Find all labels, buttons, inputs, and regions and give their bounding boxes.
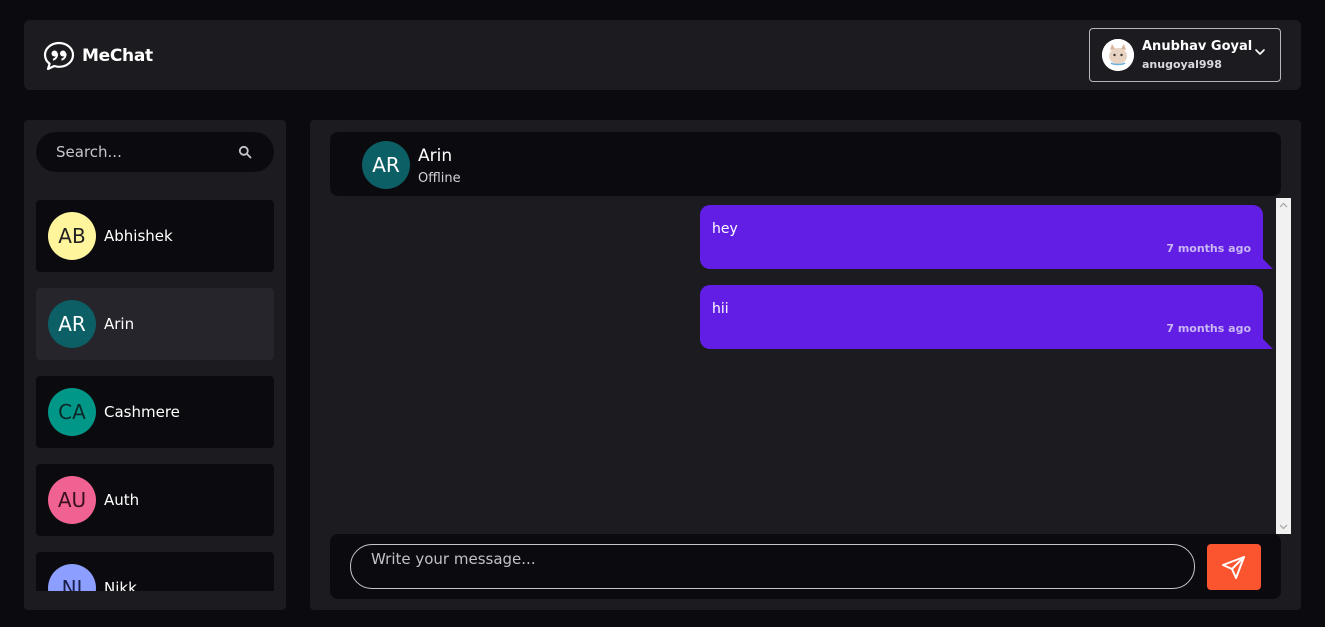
send-icon <box>1222 556 1245 579</box>
quote-chat-icon <box>43 41 75 71</box>
chat-panel: AR Arin Offline hey 7 months ago hii 7 m… <box>310 120 1301 610</box>
contact-name: Auth <box>104 491 140 509</box>
contact-avatar: CA <box>48 388 96 436</box>
send-button[interactable] <box>1207 544 1261 590</box>
message-time: 7 months ago <box>1166 242 1251 255</box>
contact-avatar: AB <box>48 212 96 260</box>
avatar <box>1102 39 1134 71</box>
chat-contact-name: Arin <box>418 146 453 166</box>
chat-avatar: AR <box>362 141 410 189</box>
contact-avatar: AR <box>48 300 96 348</box>
top-bar: MeChat Anubhav Goyal anugoyal998 <box>24 20 1301 90</box>
contact-name: Arin <box>104 315 135 333</box>
contact-avatar: AU <box>48 476 96 524</box>
search-icon[interactable] <box>238 145 252 159</box>
message-scrollbar[interactable] <box>1276 198 1291 534</box>
contact-item-cashmere[interactable]: CA Cashmere <box>36 376 274 448</box>
user-menu-button[interactable]: Anubhav Goyal anugoyal998 <box>1089 28 1281 82</box>
contacts-sidebar: AB Abhishek AR Arin CA Cashmere AU Auth … <box>24 120 286 610</box>
contact-name: Cashmere <box>104 403 180 421</box>
contact-list: AB Abhishek AR Arin CA Cashmere AU Auth … <box>36 200 274 591</box>
search-box <box>36 132 274 172</box>
message-text: hey <box>712 221 738 237</box>
contact-item-nikk[interactable]: NI Nikk <box>36 552 274 591</box>
chat-header: AR Arin Offline <box>330 132 1281 196</box>
contact-name: Abhishek <box>104 227 173 245</box>
scroll-down-arrow-icon[interactable] <box>1276 520 1291 534</box>
message-composer <box>330 534 1281 599</box>
contact-item-arin[interactable]: AR Arin <box>36 288 274 360</box>
brand[interactable]: MeChat <box>43 41 153 71</box>
chat-contact-status: Offline <box>418 171 461 186</box>
search-input[interactable] <box>36 132 236 172</box>
message-bubble: hey 7 months ago <box>700 205 1273 269</box>
user-avatar-image <box>1102 39 1134 71</box>
brand-name: MeChat <box>82 46 153 66</box>
message-list: hey 7 months ago hii 7 months ago <box>330 198 1291 534</box>
message-time: 7 months ago <box>1166 322 1251 335</box>
user-handle: anugoyal998 <box>1142 58 1222 71</box>
message-bubble: hii 7 months ago <box>700 285 1273 349</box>
contact-name: Nikk <box>104 579 137 591</box>
message-input[interactable] <box>350 544 1195 589</box>
contact-item-abhishek[interactable]: AB Abhishek <box>36 200 274 272</box>
message-text: hii <box>712 301 729 317</box>
contact-avatar: NI <box>48 564 96 591</box>
chevron-down-icon <box>1255 49 1265 55</box>
scroll-up-arrow-icon[interactable] <box>1276 198 1291 212</box>
user-name: Anubhav Goyal <box>1142 39 1253 54</box>
contact-item-auth[interactable]: AU Auth <box>36 464 274 536</box>
